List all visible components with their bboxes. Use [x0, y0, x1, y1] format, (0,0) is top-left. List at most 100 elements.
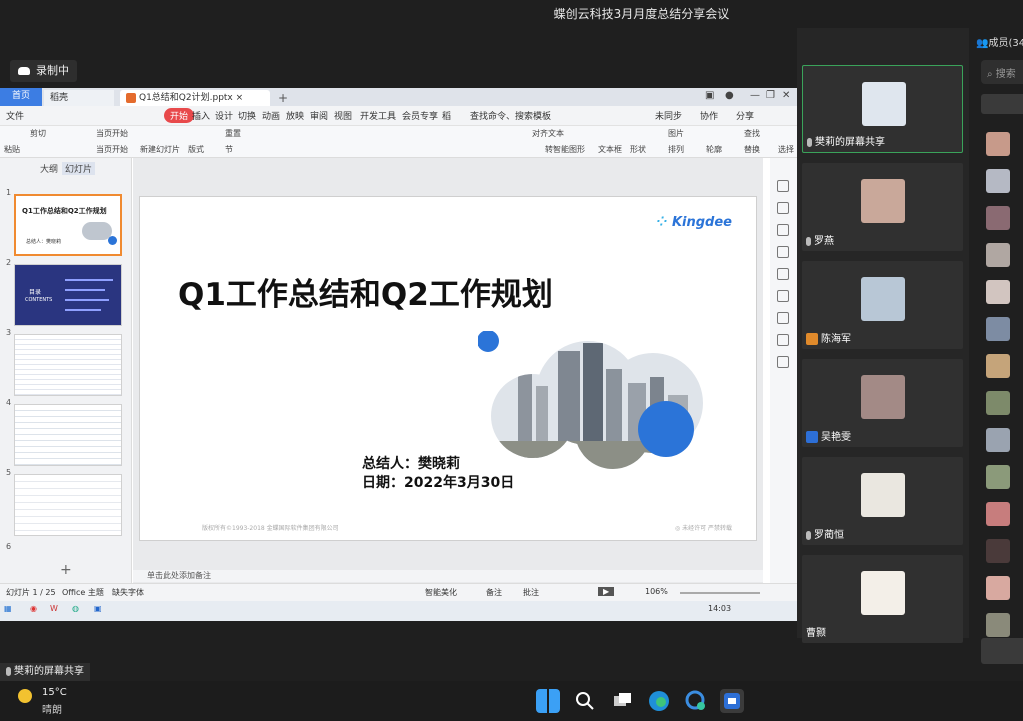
- format-painter[interactable]: 当页开始: [96, 128, 128, 139]
- wps-icon[interactable]: W: [50, 604, 58, 613]
- edge-icon[interactable]: [647, 689, 671, 713]
- collaborate-button[interactable]: 协作: [700, 109, 718, 122]
- close-icon[interactable]: ✕: [782, 90, 790, 101]
- paste-button[interactable]: 粘贴: [4, 144, 20, 155]
- start-from-current[interactable]: 当页开始: [96, 144, 128, 155]
- menu-animation[interactable]: 动画: [262, 109, 280, 122]
- shape-button[interactable]: 形状: [630, 144, 646, 155]
- members-action-button[interactable]: [981, 638, 1023, 664]
- app-icon[interactable]: ◍: [72, 604, 79, 613]
- member-avatar[interactable]: [986, 391, 1010, 415]
- recording-badge[interactable]: 录制中: [10, 60, 77, 82]
- history-icon[interactable]: [777, 290, 789, 302]
- picture-button[interactable]: 图片: [668, 128, 684, 139]
- tab-slides[interactable]: 幻灯片: [62, 162, 96, 175]
- member-avatar[interactable]: [986, 539, 1010, 563]
- weather-temperature[interactable]: 15°C: [42, 687, 67, 698]
- menu-more[interactable]: 稻: [442, 109, 451, 122]
- command-search[interactable]: 查找命令、搜索模板: [470, 109, 551, 122]
- slide-thumbnail-3[interactable]: [14, 334, 122, 396]
- menu-insert[interactable]: 插入: [192, 109, 210, 122]
- slide-thumbnail-5[interactable]: [14, 474, 122, 536]
- member-avatar[interactable]: [986, 502, 1010, 526]
- slide-thumbnail-4[interactable]: [14, 404, 122, 466]
- member-avatar[interactable]: [986, 206, 1010, 230]
- menu-design[interactable]: 设计: [215, 109, 233, 122]
- menu-developer[interactable]: 开发工具: [360, 109, 396, 122]
- participant-tile-6[interactable]: 曹颢: [802, 555, 963, 643]
- cut-button[interactable]: 剪切: [30, 128, 46, 139]
- notes-toggle[interactable]: 备注: [486, 587, 502, 598]
- member-filter[interactable]: [981, 94, 1023, 114]
- slide-thumbnail-1[interactable]: Q1工作总结和Q2工作规划 总结人：樊晓莉: [14, 194, 122, 256]
- chrome-icon[interactable]: ◉: [30, 604, 37, 613]
- menu-view[interactable]: 视图: [334, 109, 352, 122]
- section-button[interactable]: 节: [225, 144, 233, 155]
- smart-beautify[interactable]: 智能美化: [425, 587, 457, 598]
- participant-tile-2[interactable]: 罗燕: [802, 163, 963, 251]
- start-icon[interactable]: [536, 689, 560, 713]
- play-button[interactable]: ▶: [598, 587, 615, 596]
- select-button[interactable]: 选择: [778, 144, 794, 155]
- tab-outline[interactable]: 大纲: [40, 162, 58, 175]
- menu-slideshow[interactable]: 放映: [286, 109, 304, 122]
- member-avatar[interactable]: [986, 428, 1010, 452]
- tab-document[interactable]: Q1总结和Q2计划.pptx ×: [120, 90, 270, 106]
- outline-button[interactable]: 轮廓: [706, 144, 722, 155]
- find-button[interactable]: 查找: [744, 128, 760, 139]
- new-tab-button[interactable]: +: [272, 90, 294, 106]
- member-avatar[interactable]: [986, 576, 1010, 600]
- minimize-icon[interactable]: —: [750, 90, 760, 101]
- style-icon[interactable]: [777, 180, 789, 192]
- textbox-button[interactable]: 文本框: [598, 144, 622, 155]
- meeting-icon[interactable]: ▣: [94, 604, 102, 613]
- member-avatar[interactable]: [986, 243, 1010, 267]
- menu-member[interactable]: 会员专享: [402, 109, 438, 122]
- share-button[interactable]: 分享: [736, 109, 754, 122]
- replace-button[interactable]: 替换: [744, 144, 760, 155]
- member-avatar[interactable]: [986, 169, 1010, 193]
- sync-status[interactable]: 未同步: [655, 109, 682, 122]
- tab-home[interactable]: 首页: [0, 88, 42, 106]
- restore-icon[interactable]: ❐: [766, 90, 775, 101]
- star-icon[interactable]: [777, 268, 789, 280]
- reset-button[interactable]: 重置: [225, 128, 241, 139]
- current-slide[interactable]: ⁘ Kingdee Q1工作总结和Q2工作规划 总结人：樊晓莉 日期：2022年…: [139, 196, 757, 541]
- participant-tile-3[interactable]: 陈海军: [802, 261, 963, 349]
- settings-icon[interactable]: [777, 202, 789, 214]
- screen-share-label[interactable]: 樊莉的屏幕共享: [0, 663, 90, 681]
- location-icon[interactable]: [777, 356, 789, 368]
- windows-icon[interactable]: ▦: [4, 604, 12, 613]
- cube-icon[interactable]: [777, 334, 789, 346]
- task-view-icon[interactable]: [610, 689, 634, 713]
- menu-start[interactable]: 开始: [164, 108, 195, 123]
- member-avatar[interactable]: [986, 354, 1010, 378]
- menu-review[interactable]: 审阅: [310, 109, 328, 122]
- meeting-app-icon[interactable]: [720, 689, 744, 713]
- add-slide-icon[interactable]: +: [60, 562, 72, 578]
- member-avatar[interactable]: [986, 465, 1010, 489]
- tab-daoke[interactable]: 稻壳: [44, 90, 114, 106]
- member-avatar[interactable]: [986, 317, 1010, 341]
- search-icon[interactable]: [573, 689, 597, 713]
- member-avatar[interactable]: [986, 613, 1010, 637]
- zoom-slider[interactable]: [680, 592, 760, 594]
- smartart-button[interactable]: 转智能图形: [545, 144, 585, 155]
- chat-icon[interactable]: [684, 689, 708, 713]
- weather-description[interactable]: 晴朗: [42, 701, 62, 716]
- zoom-level[interactable]: 106%: [645, 587, 668, 596]
- participant-tile-5[interactable]: 罗蔺恒: [802, 457, 963, 545]
- arrange-button[interactable]: 排列: [668, 144, 684, 155]
- image-icon[interactable]: [777, 312, 789, 324]
- animation-icon[interactable]: [777, 224, 789, 236]
- member-search-input[interactable]: ⌕ 搜索: [981, 60, 1023, 84]
- participant-tile-1[interactable]: 樊莉的屏幕共享: [802, 65, 963, 153]
- avatar[interactable]: ●: [725, 90, 734, 101]
- missing-font[interactable]: 缺失字体: [112, 587, 144, 598]
- align-text[interactable]: 对齐文本: [532, 128, 564, 139]
- notes-placeholder[interactable]: 单击此处添加备注: [133, 570, 763, 582]
- layout-icon[interactable]: ▣: [705, 90, 714, 101]
- transition-icon[interactable]: [777, 246, 789, 258]
- new-slide-button[interactable]: 新建幻灯片: [140, 144, 180, 155]
- member-avatar[interactable]: [986, 280, 1010, 304]
